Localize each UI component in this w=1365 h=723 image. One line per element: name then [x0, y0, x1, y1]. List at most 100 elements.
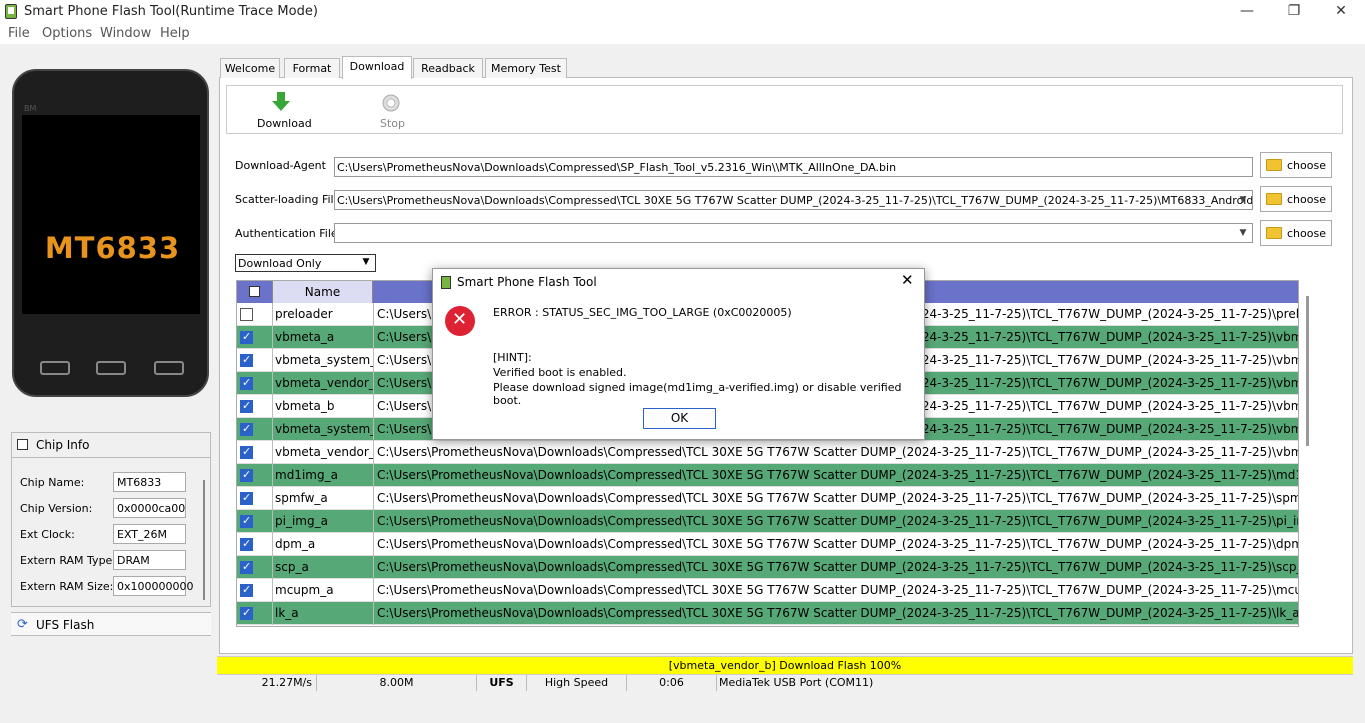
- row-checkbox[interactable]: [240, 514, 253, 528]
- tab-format[interactable]: Format: [284, 58, 340, 78]
- column-divider: [272, 395, 273, 418]
- partition-name: md1img_a: [275, 468, 338, 482]
- table-row[interactable]: mcupm_a C:\Users\PrometheusNova\Downloads…: [237, 579, 1298, 602]
- choose-label: choose: [1287, 227, 1326, 240]
- dialog-close-icon[interactable]: ✕: [901, 271, 914, 289]
- minimize-button[interactable]: —: [1224, 0, 1270, 24]
- column-divider: [272, 418, 273, 441]
- column-divider: [373, 349, 374, 372]
- ext-clock-label: Ext Clock:: [20, 528, 75, 541]
- partition-name: vbmeta_vendor_b: [275, 445, 373, 459]
- chevron-down-icon[interactable]: ▼: [1236, 227, 1250, 239]
- download-agent-input[interactable]: C:\Users\PrometheusNova\Downloads\Compre…: [334, 157, 1253, 177]
- row-checkbox[interactable]: [240, 560, 253, 574]
- row-checkbox[interactable]: [240, 491, 253, 505]
- choose-auth-button[interactable]: choose: [1260, 220, 1332, 246]
- table-row[interactable]: md1img_a C:\Users\PrometheusNova\Download…: [237, 464, 1298, 487]
- progress-status: [vbmeta_vendor_b] Download Flash 100%: [217, 656, 1353, 674]
- column-divider: [373, 372, 374, 395]
- row-checkbox[interactable]: [240, 606, 253, 620]
- ok-button[interactable]: OK: [643, 408, 716, 429]
- chip-version-value: 0x0000ca00: [113, 498, 186, 518]
- row-checkbox[interactable]: [240, 537, 253, 551]
- choose-da-button[interactable]: choose: [1260, 152, 1332, 178]
- menu-key-icon: [40, 361, 70, 375]
- column-divider: [373, 395, 374, 418]
- partition-name: vbmeta_b: [275, 399, 335, 413]
- scatter-input[interactable]: C:\Users\PrometheusNova\Downloads\Compre…: [334, 190, 1253, 210]
- partition-name: vbmeta_system_b: [275, 422, 373, 436]
- row-checkbox[interactable]: [240, 330, 253, 344]
- choose-scatter-button[interactable]: choose: [1260, 186, 1332, 212]
- download-button[interactable]: Download: [253, 90, 312, 132]
- row-checkbox[interactable]: [240, 445, 253, 459]
- select-all-checkbox[interactable]: [249, 286, 260, 297]
- chevron-down-icon[interactable]: ▼: [1236, 194, 1250, 206]
- download-label: Download: [257, 117, 312, 130]
- column-divider: [272, 510, 273, 533]
- row-checkbox[interactable]: [240, 308, 253, 321]
- phone-chip-label: MT6833: [44, 231, 181, 265]
- name-column-header[interactable]: Name: [272, 281, 373, 303]
- column-divider: [373, 441, 374, 464]
- partition-name: mcupm_a: [275, 583, 334, 597]
- auth-input[interactable]: ▼: [334, 223, 1253, 243]
- chip-info-header[interactable]: Chip Info: [11, 432, 211, 458]
- row-checkbox[interactable]: [240, 376, 253, 390]
- table-row[interactable]: vbmeta_vendor_b C:\Users\PrometheusNova\D…: [237, 441, 1298, 464]
- column-divider: [272, 349, 273, 372]
- menu-window[interactable]: Window: [100, 26, 151, 41]
- partition-path: C:\Users\PrometheusNova\Downloads\Compre…: [377, 445, 1298, 459]
- column-divider: [272, 372, 273, 395]
- table-row[interactable]: dpm_a C:\Users\PrometheusNova\Downloads\C…: [237, 533, 1298, 556]
- row-checkbox[interactable]: [240, 468, 253, 482]
- row-checkbox[interactable]: [240, 353, 253, 367]
- home-key-icon: [96, 361, 126, 375]
- table-row[interactable]: lk_a C:\Users\PrometheusNova\Downloads\Co…: [237, 602, 1298, 625]
- column-divider: [272, 441, 273, 464]
- scatter-label: Scatter-loading File: [235, 193, 341, 206]
- partition-path: C:\Users\PrometheusNova\Downloads\Compre…: [377, 583, 1298, 597]
- scatter-value: C:\Users\PrometheusNova\Downloads\Compre…: [337, 194, 1253, 207]
- chevron-down-icon: ▼: [362, 257, 370, 267]
- partition-path: C:\Users\PrometheusNova\Downloads\Compre…: [377, 514, 1298, 528]
- folder-icon: [1266, 227, 1282, 239]
- folder-icon: [1266, 159, 1282, 171]
- close-button[interactable]: ✕: [1318, 0, 1364, 24]
- table-scrollbar[interactable]: [1306, 296, 1309, 446]
- mode-select[interactable]: Download Only ▼: [235, 254, 376, 272]
- tab-memory-test[interactable]: Memory Test: [485, 58, 567, 78]
- menu-file[interactable]: File: [8, 26, 30, 41]
- menu-options[interactable]: Options: [42, 26, 92, 41]
- stop-icon: [382, 94, 400, 112]
- chip-info-scrollbar[interactable]: [203, 480, 205, 600]
- table-row[interactable]: scp_a C:\Users\PrometheusNova\Downloads\C…: [237, 556, 1298, 579]
- column-divider: [373, 464, 374, 487]
- ram-size-value: 0x100000000: [113, 576, 194, 596]
- table-row[interactable]: spmfw_a C:\Users\PrometheusNova\Downloads…: [237, 487, 1298, 510]
- maximize-button[interactable]: ❐: [1271, 0, 1317, 24]
- stop-button[interactable]: Stop: [373, 90, 413, 132]
- chip-name-label: Chip Name:: [20, 476, 85, 489]
- tab-download[interactable]: Download: [342, 56, 412, 79]
- tab-welcome[interactable]: Welcome: [220, 58, 280, 78]
- partition-name: scp_a: [275, 560, 309, 574]
- status-bar: 21.27M/s 8.00M UFS High Speed 0:06 Media…: [217, 674, 1353, 691]
- row-checkbox[interactable]: [240, 399, 253, 413]
- folder-icon: [1266, 193, 1282, 205]
- chip-info-title: Chip Info: [36, 438, 90, 452]
- chip-name-value: MT6833: [113, 472, 186, 492]
- auth-label: Authentication File: [235, 227, 338, 240]
- elapsed-time: 0:06: [627, 675, 717, 691]
- table-row[interactable]: pi_img_a C:\Users\PrometheusNova\Download…: [237, 510, 1298, 533]
- partition-name: preloader: [275, 307, 333, 321]
- menu-help[interactable]: Help: [160, 26, 190, 41]
- column-divider: [272, 464, 273, 487]
- choose-label: choose: [1287, 193, 1326, 206]
- row-checkbox[interactable]: [240, 422, 253, 436]
- ufs-flash-tab[interactable]: ⟳ UFS Flash: [11, 612, 211, 636]
- column-divider: [272, 487, 273, 510]
- tab-readback[interactable]: Readback: [413, 58, 483, 78]
- row-checkbox[interactable]: [240, 583, 253, 597]
- back-key-icon: [154, 361, 184, 375]
